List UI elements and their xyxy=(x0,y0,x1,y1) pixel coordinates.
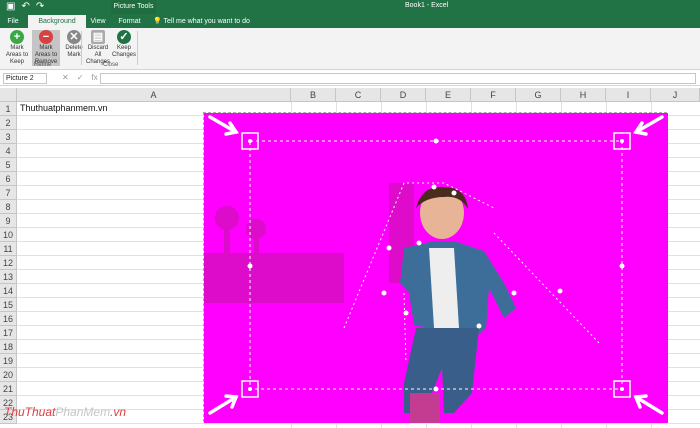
watermark: ThuThuatPhanMem.vn xyxy=(4,405,126,419)
arrow-icon xyxy=(208,115,239,136)
watermark-part3: .vn xyxy=(110,405,127,419)
watermark-part2: PhanMem xyxy=(55,405,111,419)
arrow-icon xyxy=(208,394,239,415)
watermark-part1: ThuThuat xyxy=(4,405,56,419)
annotation-arrows xyxy=(208,115,664,415)
arrow-icon xyxy=(633,394,664,415)
arrow-icon xyxy=(633,115,664,136)
